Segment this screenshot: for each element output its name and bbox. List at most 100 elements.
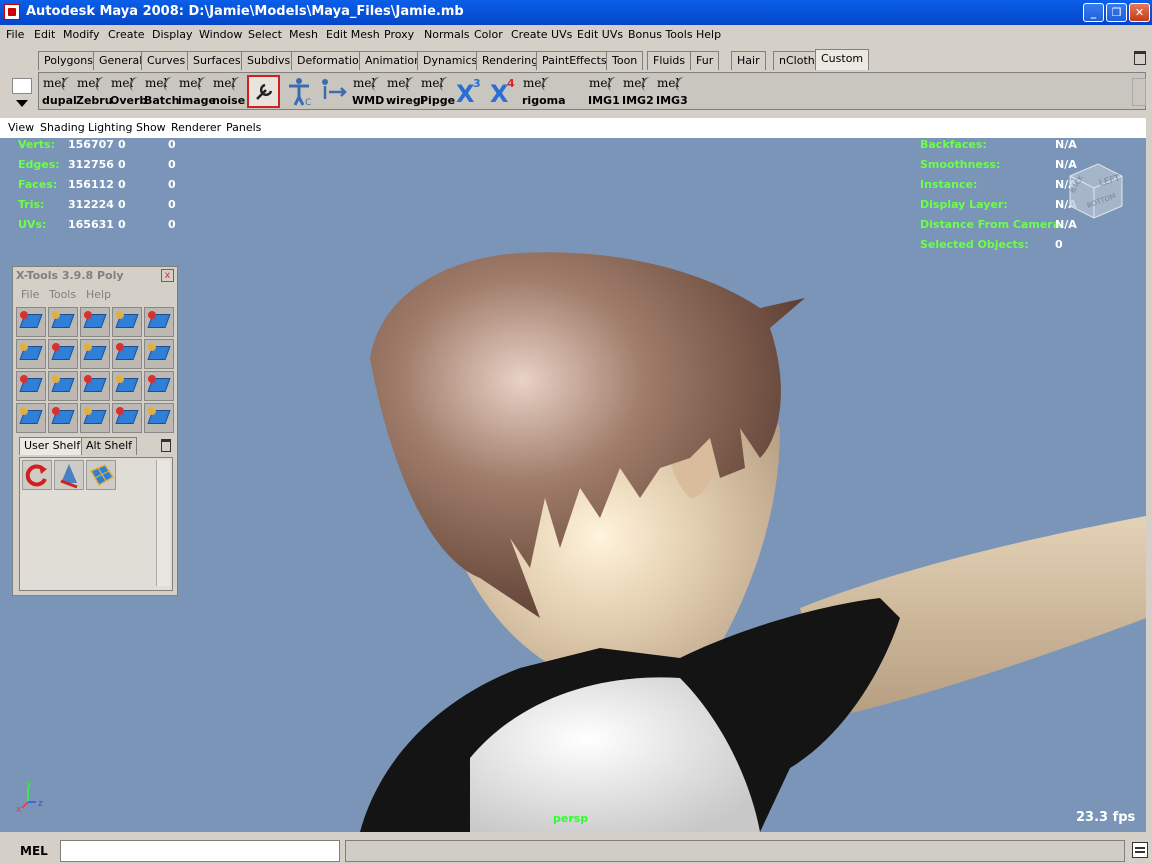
xtools-tool-icon[interactable] [48, 307, 78, 337]
shelf-button-noise[interactable]: mel noise [211, 75, 245, 108]
panel-menu-renderer[interactable]: Renderer [171, 121, 221, 134]
xtools-close-button[interactable]: x [161, 269, 174, 282]
hud-uvs-selected: 0 [118, 218, 126, 231]
xtools-3-icon[interactable]: X3 [453, 75, 486, 108]
shelf-menu-arrow-icon[interactable] [16, 100, 28, 107]
panel-menu-panels[interactable]: Panels [226, 121, 261, 134]
menu-create[interactable]: Create [108, 28, 145, 41]
menu-color[interactable]: Color [474, 28, 503, 41]
shelf-scrollbar[interactable] [1132, 78, 1146, 106]
xtools-tool-icon[interactable] [16, 403, 46, 433]
menu-file[interactable]: File [6, 28, 24, 41]
wrench-tool-icon[interactable] [247, 75, 280, 108]
xtools-tool-icon[interactable] [112, 371, 142, 401]
menu-create-uvs[interactable]: Create UVs [511, 28, 572, 41]
shelf-button-wmd[interactable]: mel WMD [351, 75, 384, 108]
xtools-tool-icon[interactable] [144, 339, 174, 369]
menu-help[interactable]: Help [696, 28, 721, 41]
shelf-tab-subdivs[interactable]: Subdivs [241, 51, 297, 70]
xtools-shelf-scrollbar[interactable] [156, 460, 170, 586]
menu-display[interactable]: Display [152, 28, 193, 41]
xtools-tool-icon[interactable] [80, 339, 110, 369]
shelf-tab-fur[interactable]: Fur [690, 51, 720, 70]
xtools-tool-icon[interactable] [144, 371, 174, 401]
panel-menu-lighting[interactable]: Lighting [88, 121, 132, 134]
shelf-tab-dynamics[interactable]: Dynamics [417, 51, 484, 70]
close-button[interactable]: ✕ [1129, 3, 1150, 22]
shelf-button-overb[interactable]: mel Overb [109, 75, 147, 108]
xtools-tool-icon[interactable] [48, 403, 78, 433]
cone-tool-icon[interactable] [54, 460, 84, 490]
xtools-tool-icon[interactable] [16, 307, 46, 337]
xtools-tool-icon[interactable] [112, 307, 142, 337]
shelf-tab-toon[interactable]: Toon [606, 51, 644, 70]
mel-command-input[interactable] [60, 840, 340, 862]
menu-window[interactable]: Window [199, 28, 242, 41]
shelf-button-wiregi[interactable]: mel wiregi [385, 75, 424, 108]
menu-select[interactable]: Select [248, 28, 282, 41]
menu-edit[interactable]: Edit [34, 28, 55, 41]
panel-menu-shading[interactable]: Shading [40, 121, 85, 134]
xtools-tool-icon[interactable] [144, 403, 174, 433]
menu-normals[interactable]: Normals [424, 28, 470, 41]
shelf-tab-painteffects[interactable]: PaintEffects [536, 51, 613, 70]
menu-edit-uvs[interactable]: Edit UVs [577, 28, 623, 41]
shelf-button-pipge[interactable]: mel Pipge [419, 75, 455, 108]
hud-distance-label: Distance From Camera: [920, 218, 1065, 231]
xtools-4-icon[interactable]: X4 [487, 75, 520, 108]
view-cube[interactable]: LEFT BACK BOTTOM [1062, 156, 1126, 222]
menu-bonus-tools[interactable]: Bonus Tools [628, 28, 693, 41]
xtools-tool-icon[interactable] [80, 403, 110, 433]
shelf-button-dupal[interactable]: mel dupal [41, 75, 77, 108]
panel-menu-view[interactable]: View [8, 121, 34, 134]
minimize-button[interactable]: _ [1083, 3, 1104, 22]
xtools-tool-icon[interactable] [112, 339, 142, 369]
xtools-tool-icon[interactable] [16, 339, 46, 369]
xtools-tool-icon[interactable] [16, 371, 46, 401]
shelf-tab-hair[interactable]: Hair [731, 51, 766, 70]
shelf-button-img1[interactable]: mel IMG1 [587, 75, 621, 108]
xtools-tab-user-shelf[interactable]: User Shelf [19, 437, 86, 455]
shelf-editor-button[interactable] [12, 78, 32, 94]
script-editor-icon[interactable] [1132, 842, 1148, 858]
shelf-button-batch[interactable]: mel Batch [143, 75, 179, 108]
axis-z-label: z [38, 799, 43, 809]
shelf-button-rigoma[interactable]: mel rigoma [521, 75, 566, 108]
shelf-tab-custom[interactable]: Custom [815, 49, 870, 70]
character-move-icon[interactable] [317, 75, 350, 108]
uv-plane-tool-icon[interactable] [86, 460, 116, 490]
command-language-toggle[interactable]: MEL [20, 844, 48, 858]
xtools-menu-file[interactable]: File [21, 288, 39, 301]
shelf-tab-surfaces[interactable]: Surfaces [187, 51, 247, 70]
xtools-tool-icon[interactable] [112, 403, 142, 433]
shelf-trash-icon[interactable] [1134, 51, 1146, 65]
shelf-tab-ncloth[interactable]: nCloth [773, 51, 821, 70]
menu-mesh[interactable]: Mesh [289, 28, 318, 41]
hud-edges-value: 312756 [68, 158, 114, 171]
shelf-tab-fluids[interactable]: Fluids [647, 51, 692, 70]
xtools-menu-help[interactable]: Help [86, 288, 111, 301]
shelf-tab-polygons[interactable]: Polygons [38, 51, 99, 70]
xtools-menu-tools[interactable]: Tools [49, 288, 76, 301]
menu-edit-mesh[interactable]: Edit Mesh [326, 28, 380, 41]
shelf-button-img2[interactable]: mel IMG2 [621, 75, 655, 108]
xtools-tab-alt-shelf[interactable]: Alt Shelf [81, 437, 138, 455]
xtools-tool-icon[interactable] [80, 307, 110, 337]
rotate-tool-icon[interactable] [22, 460, 52, 490]
shelf-button-zebru[interactable]: mel Zebru [75, 75, 113, 108]
maya-app-icon[interactable] [4, 4, 20, 20]
shelf-tab-curves[interactable]: Curves [141, 51, 192, 70]
panel-menu-show[interactable]: Show [136, 121, 166, 134]
maximize-button[interactable]: ❐ [1106, 3, 1127, 22]
xtools-tool-icon[interactable] [48, 339, 78, 369]
menu-proxy[interactable]: Proxy [384, 28, 414, 41]
shelf-tab-rendering[interactable]: Rendering [476, 51, 545, 70]
xtools-tool-icon[interactable] [80, 371, 110, 401]
xtools-trash-icon[interactable] [161, 439, 171, 452]
xtools-tool-icon[interactable] [144, 307, 174, 337]
shelf-button-image[interactable]: mel image [177, 75, 216, 108]
menu-modify[interactable]: Modify [63, 28, 99, 41]
character-pose-icon[interactable]: C [283, 75, 316, 108]
xtools-tool-icon[interactable] [48, 371, 78, 401]
shelf-button-img3[interactable]: mel IMG3 [655, 75, 689, 108]
